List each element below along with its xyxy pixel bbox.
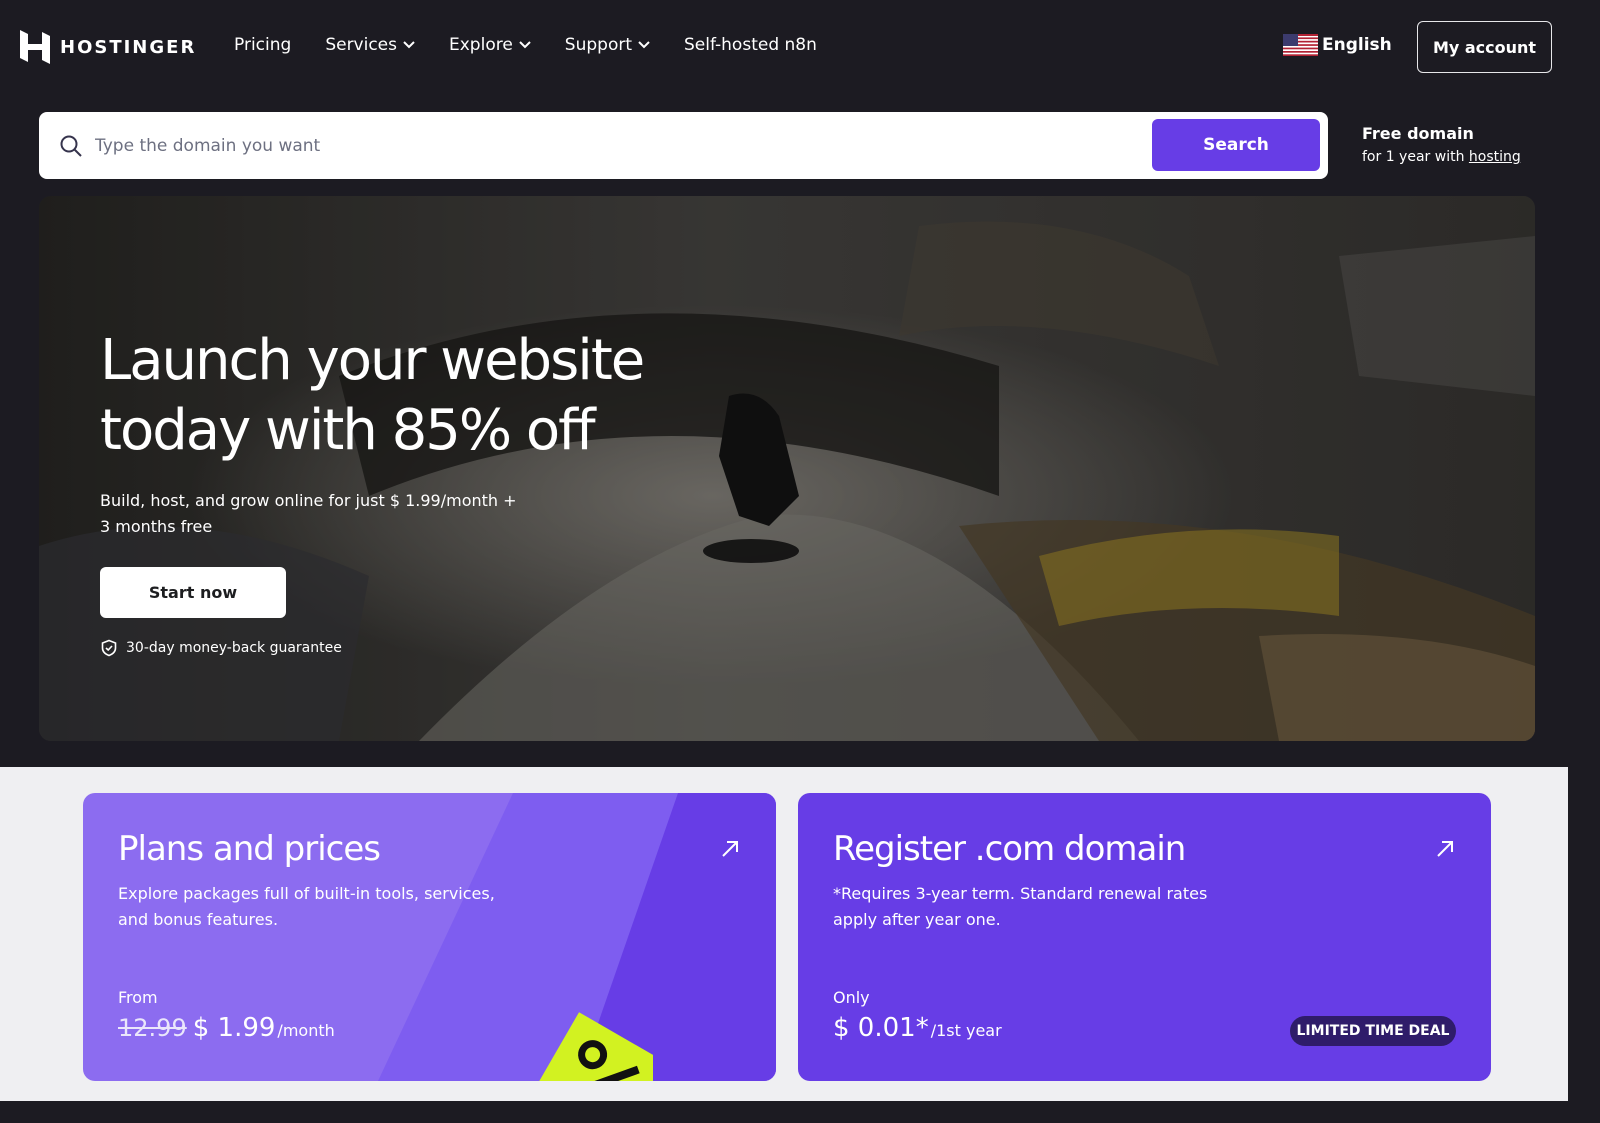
nav-item-support[interactable]: Support [565, 35, 650, 55]
hosting-link[interactable]: hosting [1469, 149, 1521, 165]
language-label: English [1322, 35, 1392, 55]
limited-time-deal-badge: LIMITED TIME DEAL [1290, 1016, 1456, 1046]
chevron-down-icon [638, 41, 650, 49]
free-domain-subtitle-text: for 1 year with [1362, 149, 1469, 165]
nav-item-self-hosted-n8n[interactable]: Self-hosted n8n [684, 35, 817, 55]
free-domain-promo: Free domain for 1 year with hosting [1362, 124, 1521, 165]
top-navigation: HOSTINGER Pricing Services Explore Suppo… [0, 0, 1568, 94]
hero-title-line-1: Launch your website [100, 328, 645, 393]
register-domain-card[interactable]: Register .com domain *Requires 3-year te… [798, 793, 1491, 1081]
plans-card-title: Plans and prices [118, 829, 381, 869]
search-button[interactable]: Search [1152, 119, 1320, 171]
hero-background-image [39, 196, 1535, 741]
hostinger-logo-icon [20, 30, 50, 64]
old-price: 12.99 [118, 1014, 187, 1042]
domain-search-bar: Search [39, 112, 1328, 179]
plans-card-description: Explore packages full of built-in tools,… [118, 884, 495, 929]
nav-item-label: Support [564, 35, 632, 55]
nav-item-services[interactable]: Services [325, 35, 415, 55]
nav-item-label: Self-hosted n8n [684, 35, 817, 55]
main-menu: Pricing Services Explore Support Self-ho… [234, 35, 851, 55]
hero-subtitle: Build, host, and grow online for just $ … [100, 491, 517, 536]
only-label: Only [833, 988, 870, 1007]
my-account-button[interactable]: My account [1417, 21, 1552, 73]
brand-logo[interactable]: HOSTINGER [20, 30, 196, 64]
chevron-down-icon [519, 41, 531, 49]
from-label: From [118, 988, 158, 1007]
domain-card-title: Register .com domain [833, 829, 1186, 869]
promo-cards-section: Plans and prices Explore packages full o… [0, 767, 1568, 1101]
nav-item-label: Explore [449, 35, 513, 55]
nav-item-label: Pricing [234, 35, 292, 55]
search-icon [60, 135, 82, 157]
us-flag-icon [1283, 34, 1318, 56]
new-price: $ 1.99 [192, 1013, 276, 1043]
brand-name: HOSTINGER [60, 36, 197, 58]
hero-title-line-2: today with 85% off [100, 398, 596, 463]
nav-item-pricing[interactable]: Pricing [234, 35, 291, 55]
free-domain-subtitle: for 1 year with hosting [1362, 149, 1521, 165]
domain-price: $ 0.01* /1st year [833, 1013, 1002, 1043]
hero-banner: Launch your website today with 85% off B… [39, 196, 1535, 741]
guarantee-text: 30-day money-back guarantee [126, 640, 342, 656]
domain-search-input[interactable] [95, 124, 1175, 168]
percent-tag-icon [533, 1012, 653, 1081]
nav-item-label: Services [325, 35, 397, 55]
chevron-down-icon [403, 41, 415, 49]
domain-price-value: $ 0.01* [833, 1013, 929, 1043]
arrow-up-right-icon [722, 841, 738, 857]
free-domain-title: Free domain [1362, 124, 1474, 143]
money-back-guarantee: 30-day money-back guarantee [100, 639, 342, 657]
language-selector[interactable]: English [1283, 34, 1392, 56]
nav-item-explore[interactable]: Explore [449, 35, 531, 55]
domain-price-period: /1st year [930, 1021, 1002, 1040]
arrow-up-right-icon [1437, 841, 1453, 857]
start-now-button[interactable]: Start now [100, 567, 286, 618]
plans-price: 12.99 $ 1.99 /month [118, 1013, 335, 1043]
hero-title: Launch your website today with 85% off [100, 326, 700, 466]
domain-card-description: *Requires 3-year term. Standard renewal … [833, 884, 1208, 929]
shield-check-icon [101, 639, 117, 657]
price-period: /month [277, 1021, 335, 1040]
plans-and-prices-card[interactable]: Plans and prices Explore packages full o… [83, 793, 776, 1081]
